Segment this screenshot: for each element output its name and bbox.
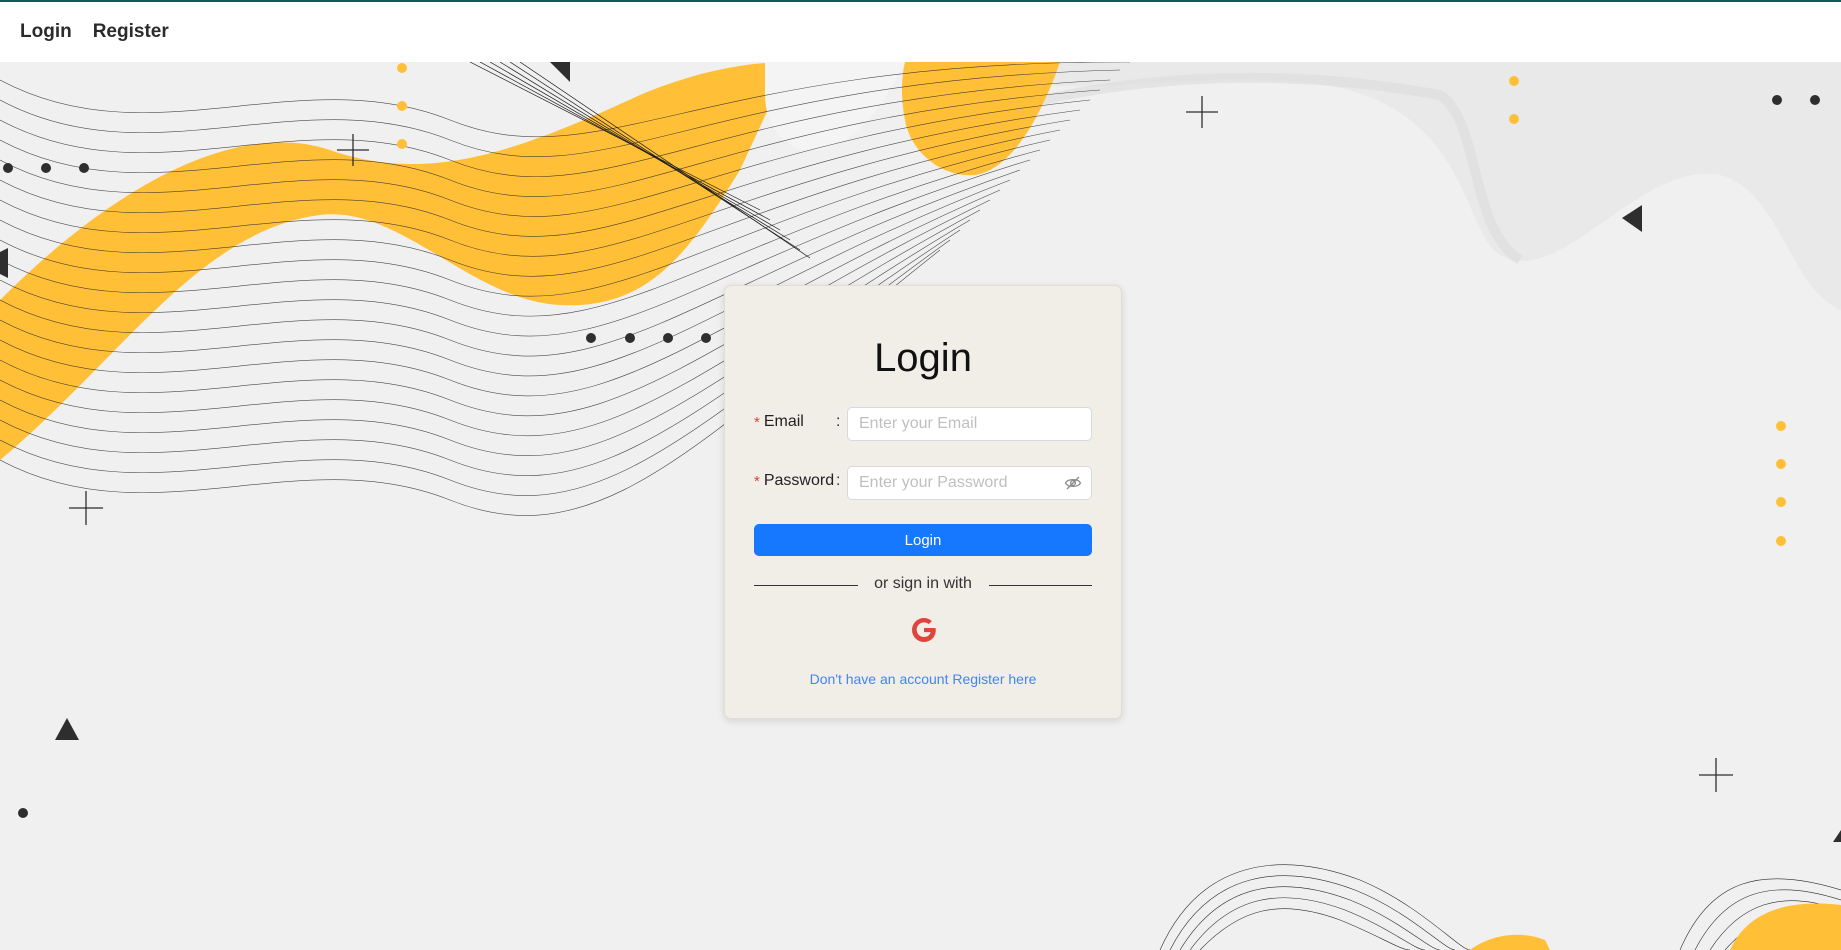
divider-text: or sign in with (874, 575, 972, 592)
login-card: Login * Email : * Password : Login or si… (724, 285, 1122, 719)
nav-register-link[interactable]: Register (93, 21, 169, 43)
white-blob-shape (765, 62, 905, 151)
email-required-mark: * (754, 413, 760, 431)
gray-wave-shape (960, 62, 1841, 310)
password-field[interactable] (847, 466, 1092, 500)
nav-login-link[interactable]: Login (20, 21, 72, 43)
password-label: * Password (754, 472, 834, 490)
yellow-bottom-right-shape (1730, 903, 1841, 950)
password-label-colon: : (836, 472, 841, 489)
google-icon[interactable] (910, 616, 938, 644)
yellow-bottom-mid-shape (1470, 934, 1550, 950)
yellow-band-shape (0, 62, 790, 460)
email-label-colon: : (836, 413, 841, 430)
email-label-text: Email (763, 413, 804, 430)
email-label: * Email (754, 413, 804, 431)
login-title: Login (874, 336, 972, 380)
password-required-mark: * (754, 472, 760, 490)
password-label-text: Password (763, 472, 835, 489)
divider-line-right (989, 585, 1092, 586)
yellow-blob-shape (901, 62, 1060, 176)
eye-invisible-icon[interactable] (1064, 474, 1082, 492)
navbar: Login Register (0, 2, 1841, 62)
email-field[interactable] (847, 407, 1092, 441)
register-here-link[interactable]: Don't have an account Register here (725, 671, 1121, 687)
login-button[interactable]: Login (754, 524, 1092, 556)
